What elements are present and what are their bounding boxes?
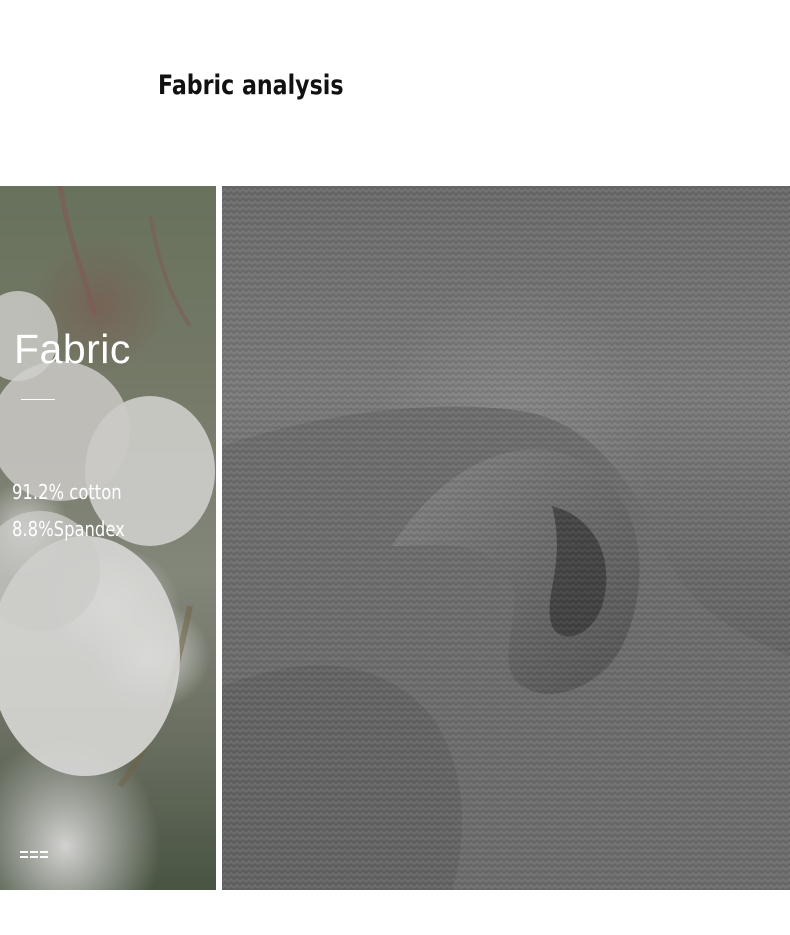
page-title: Fabric analysis	[158, 70, 344, 101]
composition-spandex: 8.8%Spandex	[12, 517, 125, 541]
cotton-photo-panel: Fabric 91.2% cotton 8.8%Spandex	[0, 186, 216, 890]
menu-lines-icon	[20, 851, 48, 858]
composition-cotton: 91.2% cotton	[12, 480, 122, 504]
knit-fabric-illustration	[222, 186, 790, 890]
fabric-heading: Fabric	[14, 326, 131, 372]
heading-divider	[21, 399, 55, 400]
knit-fabric-photo-panel	[222, 186, 790, 890]
